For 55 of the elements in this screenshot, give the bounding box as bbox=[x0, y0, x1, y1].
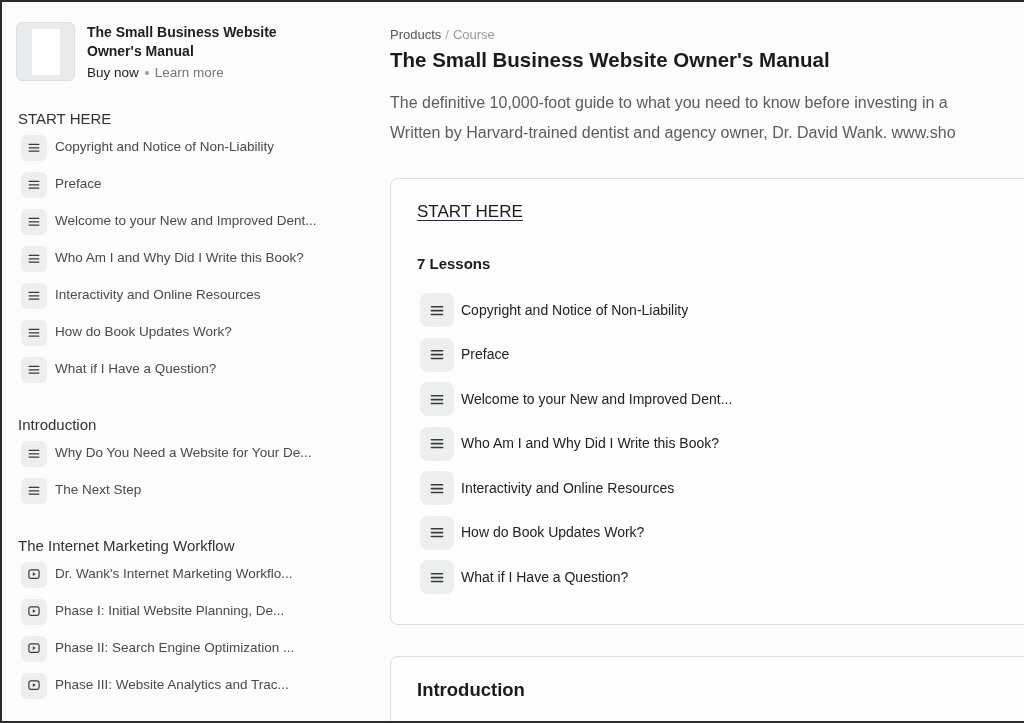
lesson-link[interactable]: Copyright and Notice of Non-Liability bbox=[461, 299, 689, 321]
list-icon bbox=[21, 477, 47, 504]
list-icon bbox=[21, 134, 47, 161]
lesson-link[interactable]: Phase I: Initial Website Planning, De... bbox=[55, 601, 285, 622]
list-icon bbox=[420, 560, 454, 595]
lesson-link[interactable]: Preface bbox=[461, 344, 510, 366]
list-icon bbox=[21, 282, 47, 309]
lesson-link[interactable]: Why Do You Need a Website for Your De... bbox=[55, 443, 312, 464]
lesson-link[interactable]: Phase III: Website Analytics and Trac... bbox=[55, 675, 289, 696]
list-icon bbox=[21, 356, 47, 383]
play-icon bbox=[21, 598, 47, 625]
list-icon bbox=[420, 426, 454, 461]
list-icon bbox=[21, 171, 47, 198]
lesson-link[interactable]: What if I Have a Question? bbox=[461, 566, 629, 588]
breadcrumb-separator: / bbox=[445, 26, 449, 44]
lesson-link[interactable]: What if I Have a Question? bbox=[55, 359, 217, 380]
buy-now-link[interactable]: Buy now bbox=[87, 63, 139, 83]
lesson-link[interactable]: Interactivity and Online Resources bbox=[55, 285, 261, 306]
lesson-link[interactable]: Phase II: Search Engine Optimization ... bbox=[55, 638, 295, 659]
cover-image-placeholder bbox=[16, 22, 75, 81]
list-icon bbox=[420, 337, 454, 372]
breadcrumb-link[interactable]: Products bbox=[390, 26, 442, 44]
description-text: The definitive 10,000-foot guide to what you need to know before investing in a Written by Harvard-trained dentist and agency owner, Dr. David Wank. www.sho bbox=[390, 93, 956, 143]
lesson-count: 7 Lessons bbox=[417, 254, 491, 274]
page-title: The Small Business Website Owner's Manual bbox=[390, 47, 830, 73]
list-icon bbox=[420, 471, 454, 506]
lesson-link[interactable]: How do Book Updates Work? bbox=[55, 322, 232, 343]
section-title: Introduction bbox=[417, 677, 525, 702]
lesson-link[interactable]: Welcome to your New and Improved Dent... bbox=[461, 388, 733, 410]
section-heading: The Internet Marketing Workflow bbox=[17, 536, 235, 556]
lesson-link[interactable]: Welcome to your New and Improved Dent... bbox=[55, 211, 317, 232]
section-heading: Introduction bbox=[17, 415, 97, 435]
product-title: The Small Business Website Owner's Manual bbox=[87, 23, 278, 61]
play-icon bbox=[21, 672, 47, 699]
lesson-link[interactable]: Who Am I and Why Did I Write this Book? bbox=[461, 433, 720, 455]
play-icon bbox=[21, 561, 47, 588]
list-icon bbox=[21, 319, 47, 346]
lesson-link[interactable]: Preface bbox=[55, 174, 102, 195]
lesson-link[interactable]: Interactivity and Online Resources bbox=[461, 477, 675, 499]
learn-more-link[interactable]: Learn more bbox=[154, 63, 224, 83]
section-title-link[interactable]: START HERE bbox=[417, 202, 523, 221]
play-icon bbox=[21, 635, 47, 662]
section-heading: START HERE bbox=[17, 109, 112, 129]
list-icon bbox=[21, 208, 47, 235]
lesson-link[interactable]: The Next Step bbox=[55, 480, 142, 501]
lesson-link[interactable]: Dr. Wank's Internet Marketing Workflo... bbox=[55, 564, 293, 585]
list-icon bbox=[420, 382, 454, 417]
list-icon bbox=[420, 515, 454, 550]
breadcrumb-current-page: Course bbox=[452, 26, 495, 44]
list-icon bbox=[21, 440, 47, 467]
lesson-link[interactable]: How do Book Updates Work? bbox=[461, 522, 645, 544]
lesson-link[interactable]: Who Am I and Why Did I Write this Book? bbox=[55, 248, 304, 269]
lesson-link[interactable]: Copyright and Notice of Non-Liability bbox=[55, 137, 275, 158]
list-icon bbox=[420, 293, 454, 328]
list-icon bbox=[21, 245, 47, 272]
